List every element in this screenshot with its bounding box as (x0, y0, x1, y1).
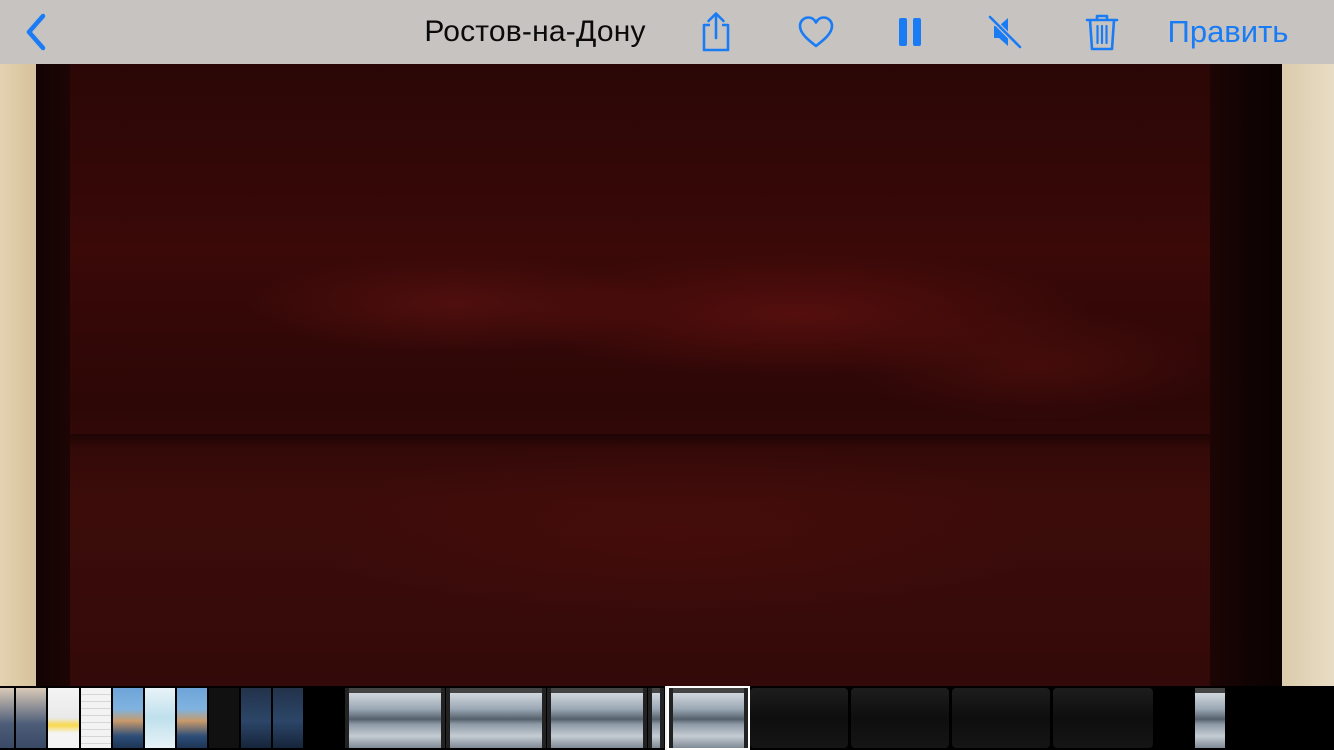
navigation-bar: Ростов-на-Дону Править (0, 0, 1334, 64)
share-button[interactable] (694, 0, 738, 64)
thumbnail[interactable] (648, 688, 664, 748)
edit-button[interactable]: Править (1150, 0, 1306, 64)
thumbnail[interactable] (113, 688, 143, 748)
current-position-marker (665, 686, 668, 750)
delete-button[interactable] (1080, 0, 1124, 64)
thumbnail[interactable] (750, 688, 848, 748)
thumbnail[interactable] (1053, 688, 1153, 748)
thumbnail-filmstrip[interactable] (0, 686, 1334, 750)
photo-viewer: Ростов-на-Дону Править (0, 0, 1334, 750)
thumbnail[interactable] (145, 688, 175, 748)
monitor-bezel-right (1210, 64, 1282, 686)
horizon-shadow (70, 434, 1210, 448)
pause-button[interactable] (888, 0, 932, 64)
thumbnail[interactable] (209, 688, 239, 748)
speaker-muted-icon (986, 13, 1024, 51)
thumbnail[interactable] (1195, 688, 1225, 748)
pause-icon (897, 17, 923, 47)
favorite-button[interactable] (794, 0, 838, 64)
thumbnail[interactable] (446, 688, 546, 748)
thumbnail[interactable] (81, 688, 111, 748)
thumbnail[interactable] (851, 688, 949, 748)
back-button[interactable] (14, 0, 58, 64)
mute-button[interactable] (983, 0, 1027, 64)
thumbnail[interactable] (177, 688, 207, 748)
monitor-bezel-left (36, 64, 70, 686)
monitor-screen (36, 64, 1282, 686)
trash-icon (1085, 12, 1119, 52)
thumbnail-selected[interactable] (667, 686, 750, 750)
thumbnail[interactable] (547, 688, 647, 748)
share-icon (698, 11, 734, 53)
heart-icon (797, 15, 835, 49)
thumbnail[interactable] (0, 688, 14, 748)
thumbnail[interactable] (241, 688, 271, 748)
page-title: Ростов-на-Дону (424, 15, 646, 48)
thumbnail[interactable] (273, 688, 303, 748)
chevron-left-icon (23, 12, 49, 52)
thumbnail[interactable] (48, 688, 79, 748)
thumbnail[interactable] (16, 688, 46, 748)
thumbnail[interactable] (952, 688, 1050, 748)
thumbnail[interactable] (345, 688, 445, 748)
photo-content[interactable] (0, 64, 1334, 686)
